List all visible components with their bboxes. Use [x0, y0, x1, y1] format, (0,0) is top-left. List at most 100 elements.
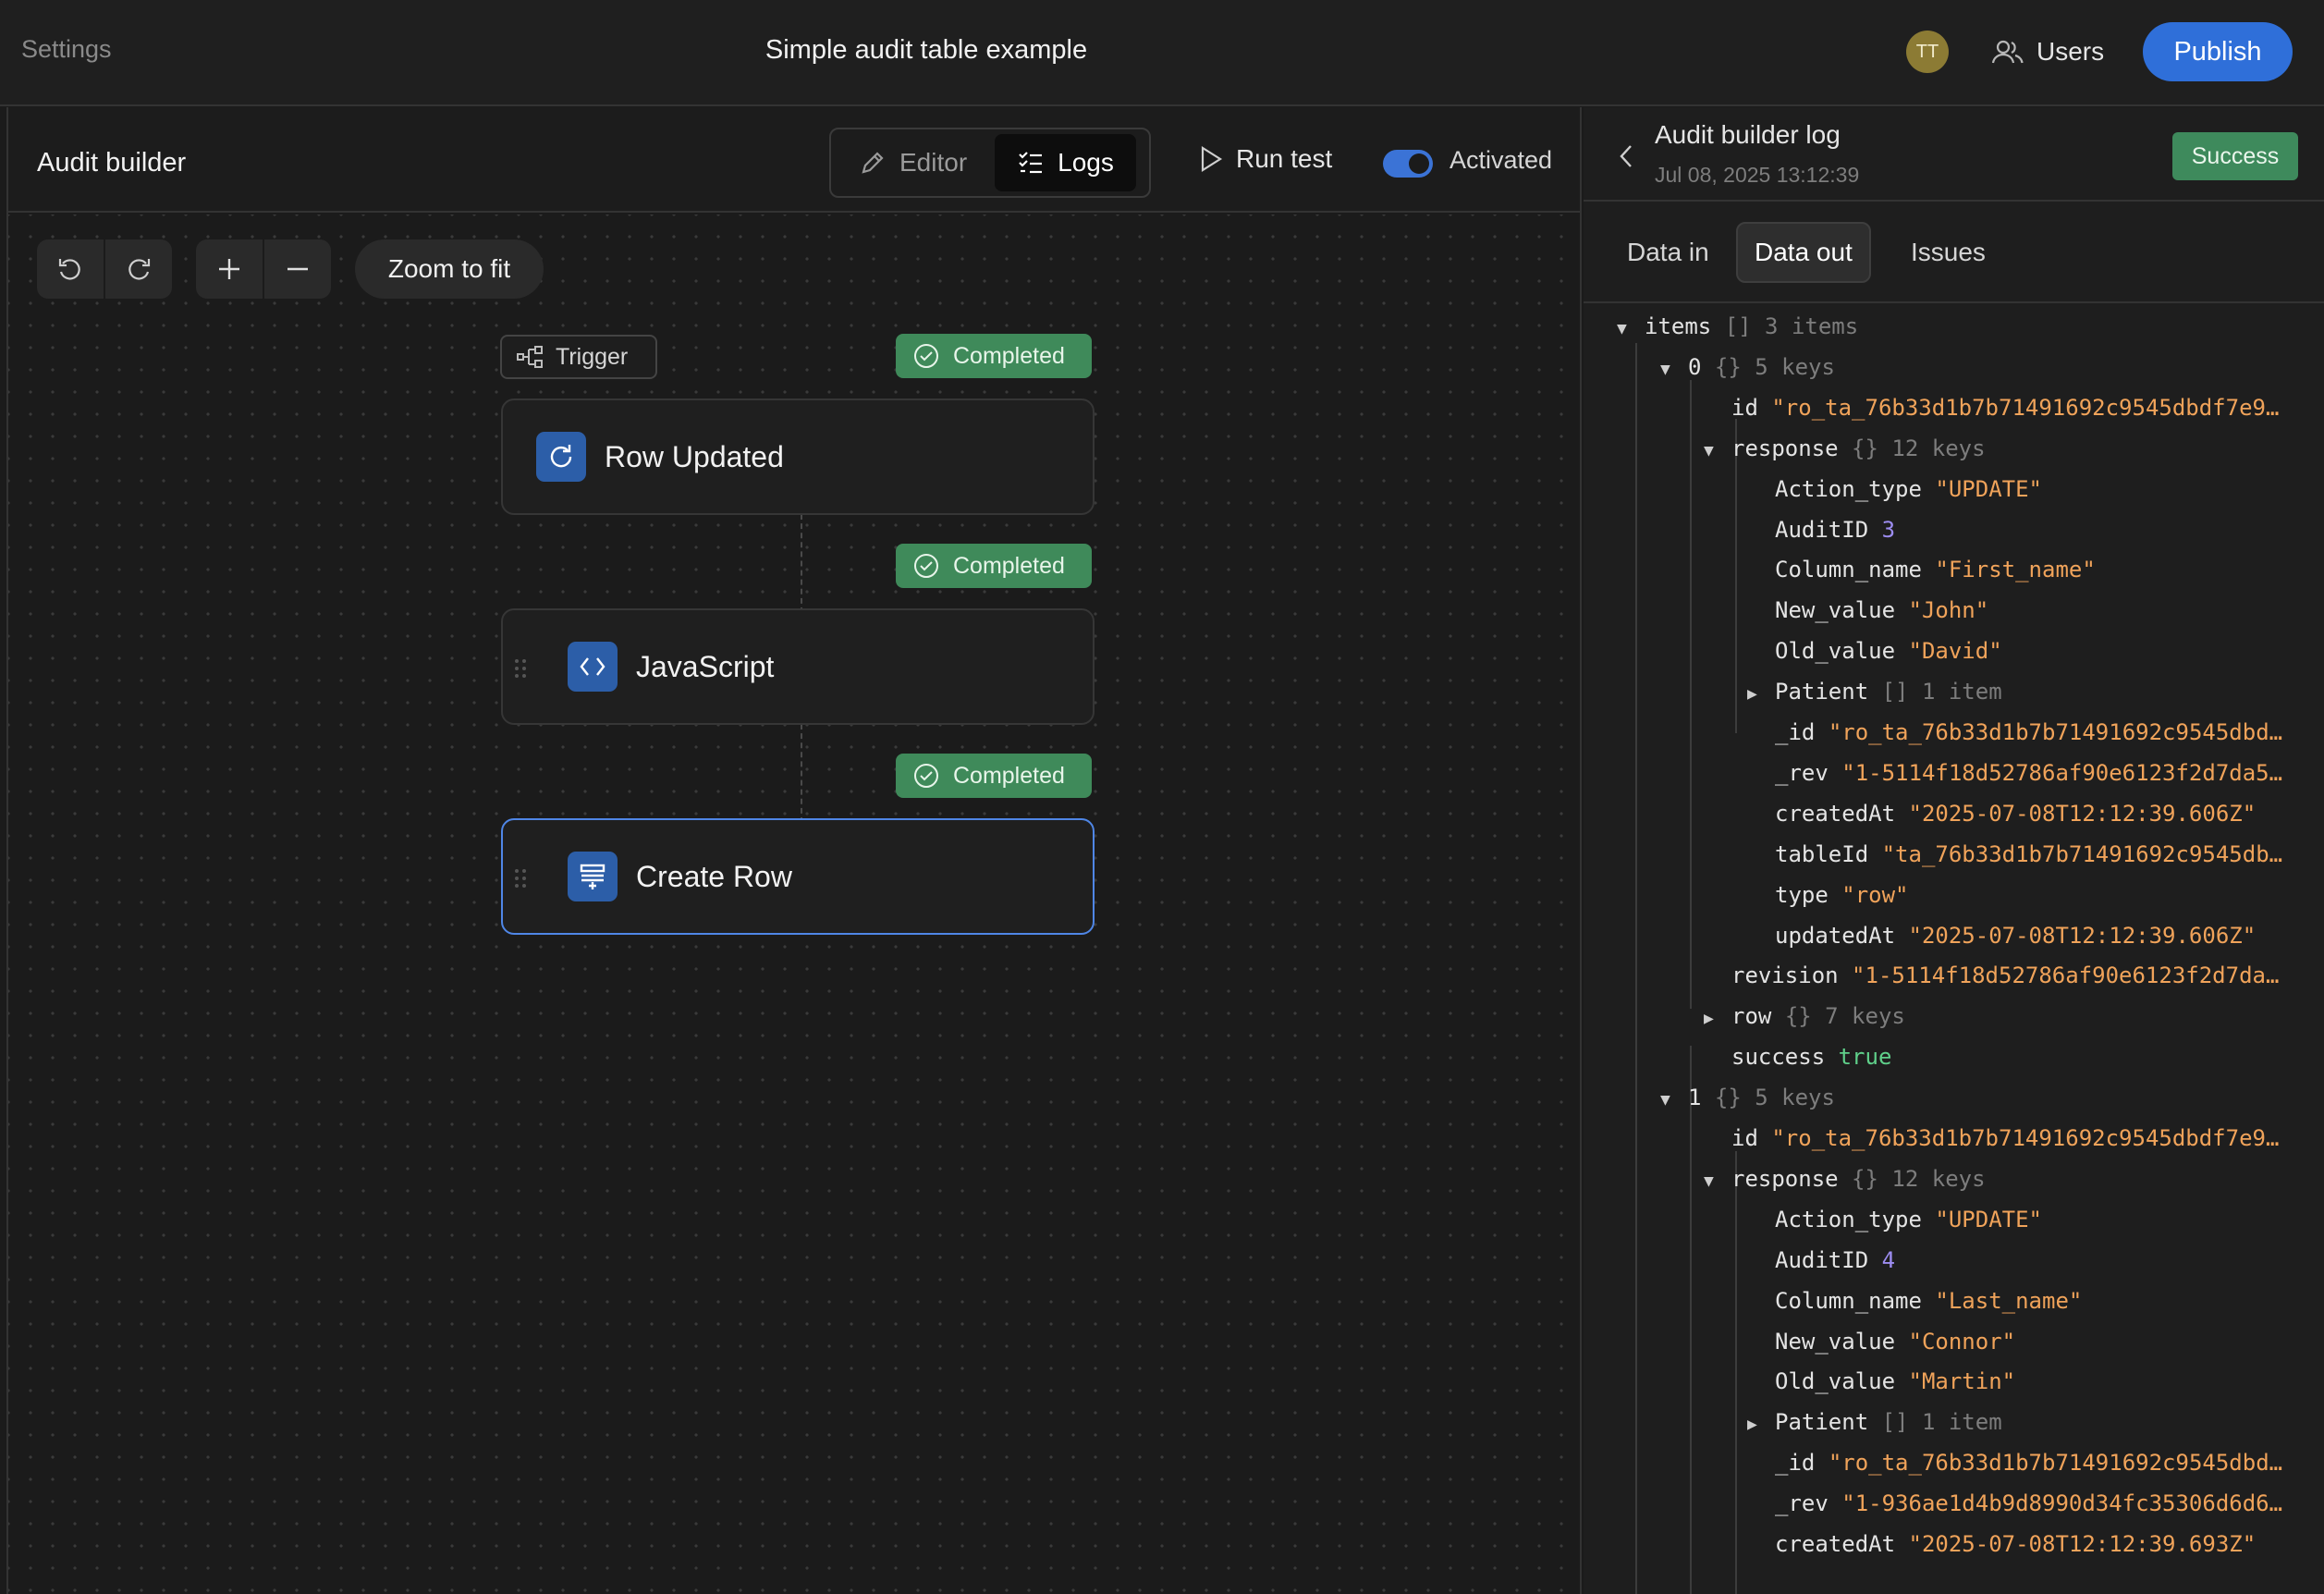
app-title: Simple audit table example [764, 35, 1088, 65]
tree-row[interactable]: ▶ row {} 7 keys [1704, 998, 1905, 1035]
zoom-out-button[interactable] [264, 239, 331, 299]
branch-icon [517, 346, 543, 368]
tree-key: New_value [1775, 597, 1896, 624]
caret-down-icon[interactable]: ▼ [1617, 311, 1645, 348]
zoom-in-button[interactable] [196, 239, 263, 299]
tree-value: "UPDATE" [1935, 1206, 2042, 1232]
zoom-to-fit-button[interactable]: Zoom to fit [355, 239, 544, 299]
refresh-icon [536, 432, 586, 482]
tree-key: AuditID [1775, 516, 1869, 543]
redo-icon [128, 259, 151, 280]
publish-button[interactable]: Publish [2143, 22, 2293, 81]
tree-value: "2025-07-08T12:12:39.606Z" [1908, 800, 2257, 827]
node-label: JavaScript [636, 649, 775, 683]
tree-key: Old_value [1775, 1368, 1896, 1395]
table-add-icon [568, 852, 618, 901]
tab-data-out[interactable]: Data out [1736, 222, 1871, 283]
tree-key: 0 [1688, 353, 1702, 380]
json-tree-viewer[interactable]: ▼ items [] 3 items ▼ 0 {} 5 keys id "ro_ta_7… [1584, 306, 2324, 1594]
tree-meta: [] 1 item [1881, 1409, 2002, 1436]
tab-logs[interactable]: Logs [995, 134, 1136, 191]
tree-key: row [1731, 1003, 1772, 1030]
tree-row: _rev "1-936ae1d4b9d8990d34fc35306d6d6… [1775, 1485, 2282, 1522]
tree-key: updatedAt [1775, 922, 1896, 949]
checklist-icon [1019, 152, 1043, 174]
tree-row[interactable]: ▶ Patient [] 1 item [1747, 1404, 2002, 1441]
tree-row[interactable]: ▶ Patient [] 1 item [1747, 673, 2002, 710]
builder-header: Audit builder Editor Logs Run test Activ… [8, 107, 1580, 213]
tree-value: 3 [1881, 516, 1896, 543]
chevron-left-icon[interactable] [1617, 142, 1635, 170]
activated-label: Activated [1449, 146, 1553, 174]
tree-row: AuditID 3 [1775, 511, 1895, 548]
tree-key: 1 [1688, 1085, 1702, 1111]
tree-value: "Martin" [1908, 1368, 2016, 1395]
caret-down-icon[interactable]: ▼ [1704, 433, 1731, 470]
activated-toggle[interactable] [1383, 150, 1433, 178]
tree-key: createdAt [1775, 1531, 1896, 1557]
status-label: Completed [953, 552, 1065, 579]
caret-right-icon[interactable]: ▶ [1704, 1000, 1731, 1037]
tree-guide [1735, 1151, 1737, 1594]
tree-row[interactable]: ▼ response {} 12 keys [1704, 1160, 1986, 1197]
caret-right-icon[interactable]: ▶ [1747, 1406, 1775, 1443]
status-badge: Success [2172, 132, 2298, 180]
redo-button[interactable] [105, 239, 172, 299]
tree-guide [1690, 1046, 1692, 1594]
tree-key: response [1731, 1165, 1839, 1192]
tree-value: "1-5114f18d52786af90e6123f2d7da… [1852, 963, 2280, 989]
caret-right-icon[interactable]: ▶ [1747, 676, 1775, 713]
drag-handle-icon[interactable] [514, 658, 527, 679]
tree-row: New_value "Connor" [1775, 1323, 2015, 1360]
tree-key: tableId [1775, 840, 1869, 867]
tree-value: "David" [1908, 638, 2002, 665]
tree-row[interactable]: ▼ 0 {} 5 keys [1660, 349, 1835, 386]
play-icon [1201, 146, 1223, 172]
tab-logs-label: Logs [1058, 148, 1114, 177]
tree-key: AuditID [1775, 1246, 1869, 1273]
node-create-row[interactable]: Create Row [501, 818, 1095, 935]
tree-row[interactable]: ▼ items [] 3 items [1617, 308, 1858, 345]
tree-row[interactable]: ▼ 1 {} 5 keys [1660, 1079, 1835, 1116]
tree-row: Action_type "UPDATE" [1775, 471, 2042, 508]
avatar[interactable]: TT [1906, 31, 1949, 73]
tree-value: "ro_ta_76b33d1b7b71491692c9545dbd… [1828, 719, 2283, 745]
tree-value: "ro_ta_76b33d1b7b71491692c9545dbdf7e9… [1771, 1125, 2280, 1151]
node-javascript[interactable]: JavaScript [501, 608, 1095, 725]
settings-link[interactable]: Settings [21, 35, 112, 64]
pencil-icon [862, 152, 884, 174]
tab-editor-label: Editor [899, 148, 968, 177]
drag-handle-icon[interactable] [514, 868, 527, 889]
tab-data-in[interactable]: Data in [1610, 222, 1726, 283]
caret-down-icon[interactable]: ▼ [1660, 1082, 1688, 1119]
tree-row: AuditID 4 [1775, 1242, 1895, 1279]
users-button[interactable]: Users [1992, 28, 2104, 76]
status-label: Completed [953, 342, 1065, 369]
tree-key: Action_type [1775, 475, 1922, 502]
tree-row: success true [1731, 1038, 1891, 1075]
tree-row[interactable]: ▼ response {} 12 keys [1704, 430, 1986, 467]
tree-key: _rev [1775, 759, 1829, 786]
tree-row: New_value "John" [1775, 592, 1988, 629]
tree-value: "1-5114f18d52786af90e6123f2d7da5… [1841, 759, 2283, 786]
tree-key: New_value [1775, 1328, 1896, 1355]
tree-row: _id "ro_ta_76b33d1b7b71491692c9545dbd… [1775, 1444, 2282, 1481]
trigger-badge: Trigger [500, 335, 657, 379]
node-label: Row Updated [605, 439, 784, 473]
undo-button[interactable] [37, 239, 104, 299]
run-test-button[interactable]: Run test [1199, 144, 1332, 174]
node-row-updated[interactable]: Row Updated [501, 398, 1095, 515]
check-circle-icon [914, 344, 938, 368]
caret-down-icon[interactable]: ▼ [1660, 351, 1688, 388]
tree-key: items [1645, 313, 1712, 339]
caret-down-icon[interactable]: ▼ [1704, 1163, 1731, 1200]
tree-key: response [1731, 435, 1839, 461]
tree-row: Old_value "Martin" [1775, 1363, 2015, 1400]
tree-guide [1635, 343, 1637, 1594]
tree-meta: [] 3 items [1724, 313, 1859, 339]
tab-editor[interactable]: Editor [837, 134, 989, 191]
toggle-knob [1409, 153, 1429, 174]
log-timestamp: Jul 08, 2025 13:12:39 [1655, 163, 1860, 187]
editor-logs-switch: Editor Logs [829, 128, 1151, 198]
tab-issues[interactable]: Issues [1894, 222, 2002, 283]
